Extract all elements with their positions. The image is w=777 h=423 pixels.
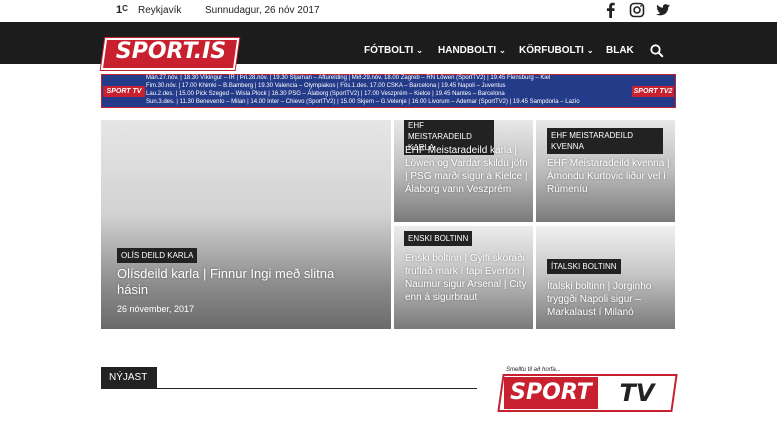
search-icon[interactable] xyxy=(650,44,664,58)
current-date: Sunnudagur, 26 nóv 2017 xyxy=(205,5,320,16)
chevron-down-icon: ⌄ xyxy=(499,46,506,55)
category-tag[interactable]: OLÍS DEILD KARLA xyxy=(117,248,198,263)
sporttv-tv-label[interactable]: TV xyxy=(604,377,670,409)
instagram-icon[interactable] xyxy=(629,2,645,18)
article-title[interactable]: EHF Meistaradeild kvenna | Ámondu Kurtov… xyxy=(547,157,671,196)
menu-item-korfubolti[interactable]: KÖRFUBOLTI ⌄ xyxy=(519,45,594,56)
facebook-icon[interactable] xyxy=(603,2,619,18)
temperature-unit: C xyxy=(122,4,128,13)
menu-item-fotbolti[interactable]: FÓTBOLTI ⌄ xyxy=(364,45,423,56)
twitter-icon[interactable] xyxy=(655,2,671,18)
article-tile[interactable]: ENSKI BOLTINN Enski boltinn | Gylfi skor… xyxy=(394,226,533,329)
schedule-row: Sun.3.des. | 11.30 Benevento – Milan | 1… xyxy=(146,99,580,105)
chevron-down-icon: ⌄ xyxy=(416,46,423,55)
sporttv-sport-label[interactable]: SPORT xyxy=(504,377,598,409)
category-tag[interactable]: ENSKI BOLTINN xyxy=(404,231,473,246)
category-tag[interactable]: EHF MEISTARADEILD KVENNA xyxy=(547,128,663,154)
menu-label: BLAK xyxy=(606,45,634,56)
article-tile[interactable]: ÍTALSKI BOLTINN Ítalski boltinn | Jorgin… xyxy=(536,226,675,329)
featured-article[interactable]: OLÍS DEILD KARLA Olísdeild karla | Finnu… xyxy=(101,120,391,329)
article-title[interactable]: Enski boltinn | Gylfi skoraði truflað ma… xyxy=(405,252,529,304)
weather-city: Reykjavík xyxy=(138,5,182,16)
article-title[interactable]: Olísdeild karla | Finnur Ingi með slitna… xyxy=(117,266,367,298)
category-tag[interactable]: ÍTALSKI BOLTINN xyxy=(547,259,621,274)
article-title[interactable]: EHF Meistaradeild karla | Löwen og Varda… xyxy=(405,144,529,196)
article-date: 26 nóvember, 2017 xyxy=(117,304,195,314)
menu-item-blak[interactable]: BLAK xyxy=(606,45,634,56)
chevron-down-icon: ⌄ xyxy=(586,46,594,55)
menu-label: KÖRFUBOLTI xyxy=(519,45,584,56)
menu-label: HANDBOLTI xyxy=(438,45,497,56)
article-tile[interactable]: EHF MEISTARADEILD KVENNA EHF Meistaradei… xyxy=(536,120,675,222)
article-tile[interactable]: EHF MEISTARADEILD KARLA EHF Meistaradeil… xyxy=(394,120,533,222)
site-logo[interactable]: SPORT.IS xyxy=(111,39,231,64)
sport-tv2-logo: SPORT TV2 xyxy=(632,86,674,97)
section-divider xyxy=(101,388,477,389)
top-bar: 1C Reykjavík Sunnudagur, 26 nóv 2017 xyxy=(0,0,777,22)
tv-schedule-banner[interactable]: SPORT TV SPORT TV2 Mán.27.nóv. | 18.30 V… xyxy=(101,74,676,108)
sporttv-caption: Smelltu til að horfa... xyxy=(506,367,561,373)
sport-tv-logo: SPORT TV xyxy=(103,86,145,97)
weather-temperature: 1C xyxy=(116,4,128,16)
article-title[interactable]: Ítalski boltinn | Jorginho tryggði Napol… xyxy=(547,280,671,319)
tab-latest[interactable]: NÝJAST xyxy=(101,367,157,389)
menu-item-handbolti[interactable]: HANDBOLTI ⌄ xyxy=(438,45,506,56)
menu-label: FÓTBOLTI xyxy=(364,45,414,56)
